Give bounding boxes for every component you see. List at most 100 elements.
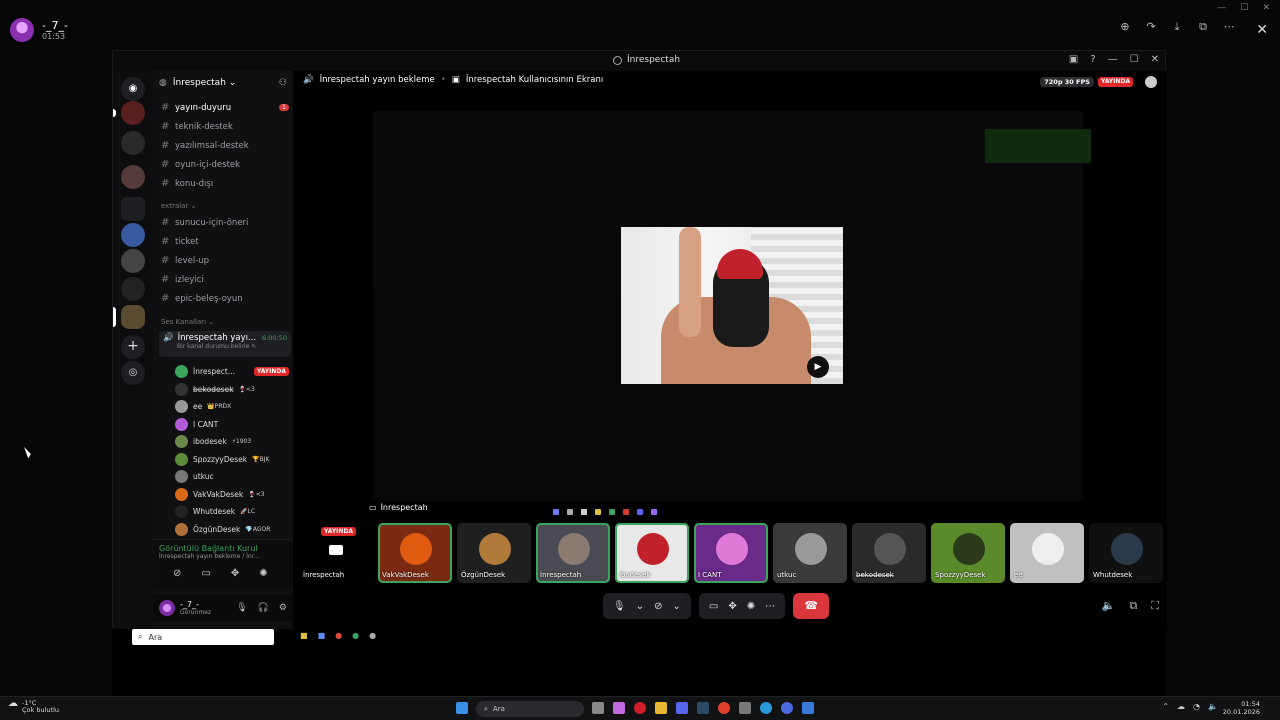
- channel-level-up[interactable]: # level-up: [159, 252, 289, 269]
- participant-tile[interactable]: ÖzgünDesek: [457, 523, 531, 583]
- folder-icon[interactable]: [121, 197, 145, 221]
- play-icon[interactable]: ▶: [807, 356, 829, 378]
- popout-icon[interactable]: ⧉: [1129, 599, 1137, 613]
- avatar[interactable]: [159, 600, 175, 616]
- discord-home-icon[interactable]: ◉: [121, 77, 145, 101]
- maximize-icon[interactable]: ☐: [1240, 3, 1248, 13]
- server-icon-active[interactable]: [121, 305, 145, 329]
- voice-member[interactable]: I CANT: [175, 416, 289, 433]
- voice-channel-active[interactable]: 🔊 İnrespectah yayı... 6:00:50 Bir kanal …: [159, 331, 291, 357]
- volume-icon[interactable]: 🔈: [1102, 599, 1116, 613]
- category-ses-kanallari[interactable]: Ses Kanalları ⌄: [161, 318, 214, 326]
- server-icon-2[interactable]: [121, 131, 145, 155]
- server-icon-6[interactable]: [121, 277, 145, 301]
- participant-tile[interactable]: b̶e̶k̶o̶d̶e̶s̶e̶k̶: [852, 523, 926, 583]
- voice-member[interactable]: b̶e̶k̶o̶d̶e̶s̶e̶k̶ 🍷<3: [175, 381, 289, 398]
- opera-icon[interactable]: [634, 702, 646, 714]
- chevron-down-icon[interactable]: ⌄: [636, 601, 644, 612]
- viewer-tool-icon[interactable]: ⋯: [1222, 20, 1236, 34]
- cloud-sync-icon[interactable]: ☁: [1177, 702, 1185, 711]
- taskbar-search[interactable]: ⌕ Ara: [476, 701, 584, 717]
- participant-tile[interactable]: utkuc: [773, 523, 847, 583]
- category-extralar[interactable]: extralar ⌄: [161, 202, 196, 210]
- close-icon[interactable]: ✕: [1262, 3, 1270, 13]
- add-friend-icon[interactable]: ⚇: [279, 78, 287, 88]
- voice-member[interactable]: ÖzgünDesek 💎AGOR: [175, 521, 289, 538]
- participant-tile[interactable]: Whutdesek: [1089, 523, 1163, 583]
- help-icon[interactable]: ?: [1090, 54, 1095, 65]
- channel-oyun-ici-destek[interactable]: # oyun-içi-destek: [159, 156, 289, 173]
- channel-sunucu-icin-oneri[interactable]: # sunucu-için-öneri: [159, 214, 289, 231]
- steam-icon[interactable]: [697, 702, 709, 714]
- minimize-icon[interactable]: —: [1217, 3, 1226, 13]
- stream-channel-name[interactable]: İnrespectah yayın bekleme: [320, 75, 435, 85]
- viewer-tool-icon[interactable]: ↷: [1144, 20, 1158, 34]
- chrome-icon[interactable]: [718, 702, 730, 714]
- windows-start-icon[interactable]: [456, 702, 468, 714]
- minimize-button[interactable]: —: [1108, 54, 1118, 65]
- chat-icon[interactable]: [1145, 76, 1157, 88]
- task-view-icon[interactable]: [592, 702, 604, 714]
- volume-icon[interactable]: 🔈: [1208, 702, 1218, 711]
- screen-share-icon[interactable]: ▭: [709, 601, 718, 612]
- app-icon[interactable]: [802, 702, 814, 714]
- server-icon-5[interactable]: [121, 249, 145, 273]
- voice-member[interactable]: İnrespect... YAYINDA: [175, 363, 289, 380]
- microphone-icon[interactable]: 🎙: [613, 601, 626, 612]
- viewer-tool-icon[interactable]: ⧉: [1196, 20, 1210, 34]
- app-icon[interactable]: [781, 702, 793, 714]
- server-header[interactable]: ◍ İnrespectah ⌄ ⚇: [153, 71, 293, 95]
- fullscreen-icon[interactable]: ⛶: [1151, 599, 1159, 613]
- camera-off-icon[interactable]: ⊘: [173, 568, 181, 579]
- chevron-down-icon[interactable]: ⌄: [672, 601, 680, 612]
- channel-epic-beles-oyun[interactable]: # epic-beleş-oyun: [159, 290, 289, 307]
- participant-tile[interactable]: I CANT: [694, 523, 768, 583]
- chevron-up-icon[interactable]: ⌃: [1162, 702, 1169, 711]
- settings-icon[interactable]: [739, 702, 751, 714]
- microphone-icon[interactable]: 🎙: [236, 603, 247, 613]
- channel-teknik-destek[interactable]: # teknik-destek: [159, 118, 289, 135]
- discord-icon[interactable]: [676, 702, 688, 714]
- voice-member[interactable]: ibodesek ⚡1903: [175, 433, 289, 450]
- participant-tile[interactable]: SpozzyyDesek: [931, 523, 1005, 583]
- gear-icon[interactable]: ⚙: [279, 603, 287, 613]
- clock[interactable]: 01:54 20.01.2026: [1223, 700, 1260, 716]
- file-explorer-icon[interactable]: [655, 702, 667, 714]
- voice-member[interactable]: SpozzyyDesek 🏆BJK: [175, 451, 289, 468]
- activities-icon[interactable]: ✥: [231, 568, 239, 579]
- more-icon[interactable]: ⋯: [765, 601, 775, 612]
- viewer-tool-icon[interactable]: ⊕: [1118, 20, 1132, 34]
- copilot-icon[interactable]: [613, 702, 625, 714]
- inbox-icon[interactable]: ▣: [1069, 54, 1078, 65]
- server-icon-1[interactable]: [121, 101, 145, 125]
- weather-widget[interactable]: ☁ -1°C Çok bulutlu: [8, 699, 59, 714]
- viewer-tool-icon[interactable]: ⤓: [1170, 20, 1184, 34]
- channel-yayin-duyuru[interactable]: # yayın-duyuru 1: [159, 99, 289, 116]
- voice-member[interactable]: Whutdesek 🚀LC: [175, 503, 289, 520]
- participant-tile[interactable]: İnrespectah: [536, 523, 610, 583]
- search-input[interactable]: ⌕ Ara: [132, 629, 274, 645]
- wifi-icon[interactable]: ◔: [1193, 702, 1200, 711]
- maximize-button[interactable]: ☐: [1130, 54, 1139, 65]
- server-icon-3[interactable]: [121, 165, 145, 189]
- server-icon-4[interactable]: [121, 223, 145, 247]
- channel-izleyici[interactable]: # izleyici: [159, 271, 289, 288]
- channel-konu-disi[interactable]: # konu-dışı: [159, 175, 289, 192]
- hang-up-button[interactable]: ☎: [793, 593, 830, 619]
- participant-tile[interactable]: ee: [1010, 523, 1084, 583]
- channel-yazilimsal-destek[interactable]: # yazılımsal-destek: [159, 137, 289, 154]
- activities-icon[interactable]: ✥: [728, 601, 736, 612]
- participant-tile[interactable]: YAYINDA İnrespectah: [299, 523, 373, 583]
- voice-member[interactable]: utkuc: [175, 468, 289, 485]
- soundboard-icon[interactable]: ✺: [259, 568, 267, 579]
- participant-tile[interactable]: VakVakDesek: [378, 523, 452, 583]
- soundboard-icon[interactable]: ✺: [747, 601, 755, 612]
- participant-tile[interactable]: ibodesek: [615, 523, 689, 583]
- add-server-icon[interactable]: +: [121, 335, 145, 359]
- camera-off-icon[interactable]: ⊘: [654, 601, 662, 612]
- channel-ticket[interactable]: # ticket: [159, 233, 289, 250]
- video-player[interactable]: ▶: [621, 227, 843, 384]
- connection-title[interactable]: Görüntülü Bağlantı Kurul: [159, 544, 293, 553]
- explore-icon[interactable]: ◎: [121, 361, 145, 385]
- headphones-icon[interactable]: 🎧: [258, 603, 269, 613]
